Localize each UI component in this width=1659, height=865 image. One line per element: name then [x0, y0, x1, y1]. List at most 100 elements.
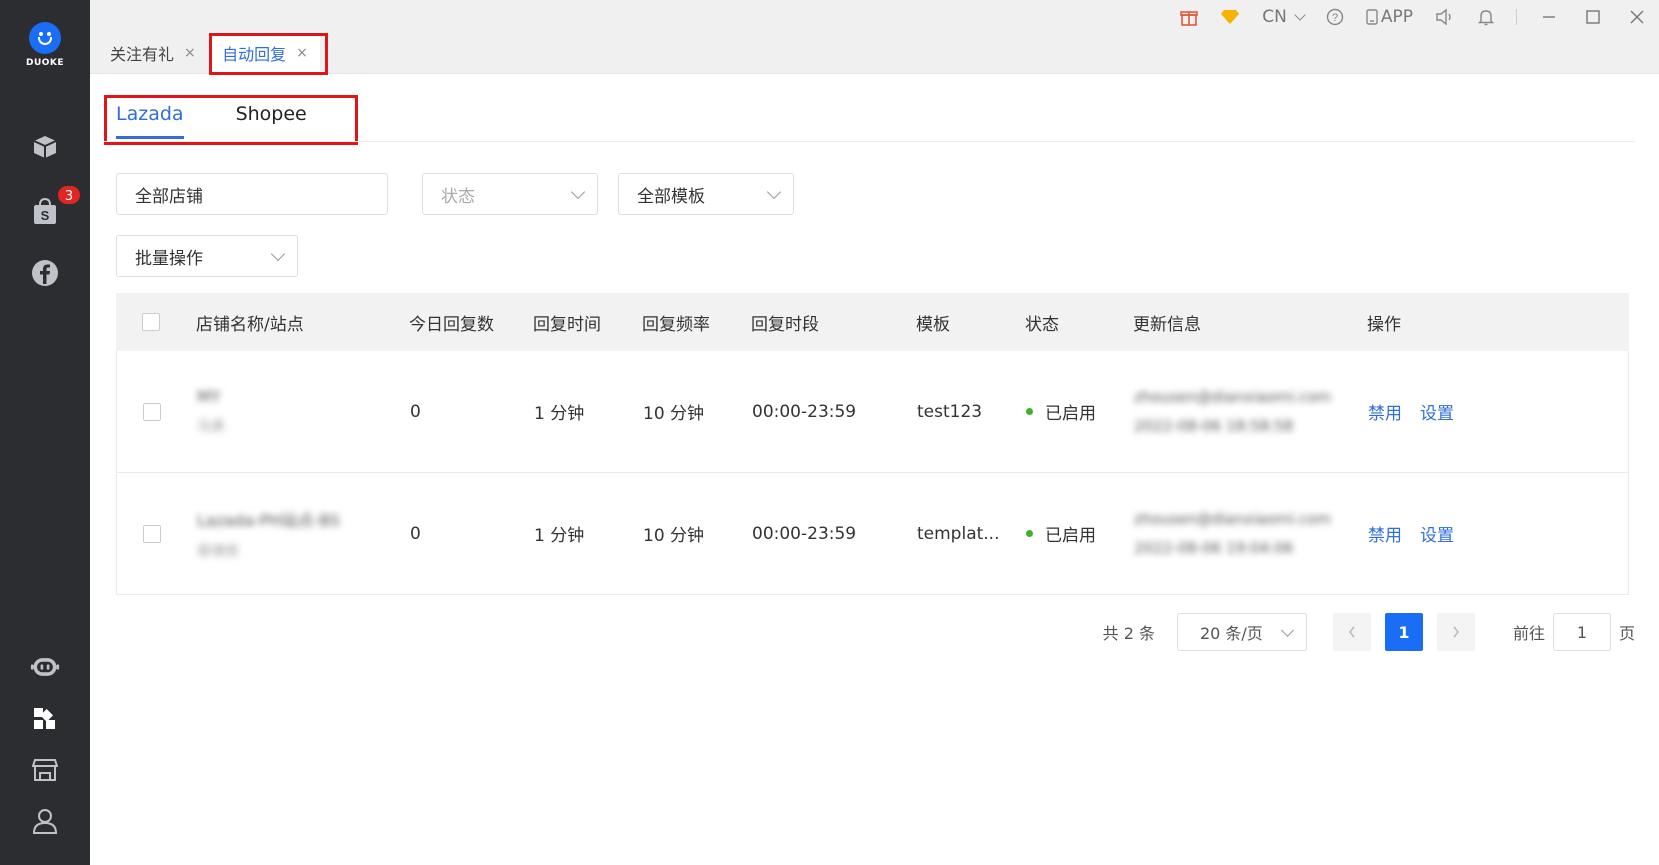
settings-link[interactable]: 设置: [1420, 521, 1454, 546]
batch-operation-select[interactable]: 批量操作: [116, 235, 298, 277]
template-select[interactable]: 全部模板: [618, 173, 794, 215]
tab-label: 关注有礼: [110, 45, 175, 64]
shop-cell: Lazada-PH站点-BS 菲律宾: [197, 507, 410, 561]
template-select-value: 全部模板: [637, 186, 705, 207]
reply-period: 00:00-23:59: [752, 401, 857, 422]
column-header-reply-time: 回复时间: [533, 314, 601, 335]
status-text: 已启用: [1045, 526, 1096, 546]
table-row: Lazada-PH站点-BS 菲律宾 0 1 分钟 10 分钟 00:00-23…: [116, 473, 1629, 595]
help-icon[interactable]: ?: [1315, 0, 1355, 34]
row-checkbox-cell: [117, 402, 197, 421]
logo-text: DUOKE: [25, 58, 65, 68]
chevron-left-icon: [1348, 626, 1355, 638]
table-header: 店铺名称/站点 今日回复数 回复时间 回复频率 回复时段 模板 状态 更新信息 …: [116, 293, 1629, 351]
chevron-down-icon: [270, 246, 286, 262]
logo[interactable]: DUOKE: [22, 22, 68, 72]
status-select-placeholder: 状态: [441, 186, 475, 207]
chevron-down-icon: [1294, 9, 1306, 21]
top-bar: 关注有礼 × 自动回复 × CN ? APP: [90, 0, 1659, 75]
sidebar: DUOKE S 3: [0, 0, 90, 865]
shop-cell: MY 马来: [197, 387, 410, 436]
chevron-right-icon: [1453, 626, 1459, 638]
current-page-button[interactable]: 1: [1384, 613, 1423, 651]
status-dot-icon: [1026, 530, 1033, 537]
tab-divider: [104, 141, 1635, 142]
status-text: 已启用: [1045, 404, 1096, 424]
main-content: Lazada Shopee 全部店铺 状态 全部模板 批量操作 店铺名称/站点 …: [90, 75, 1659, 865]
column-header-frequency: 回复频率: [642, 314, 710, 335]
page-size-select[interactable]: 20 条/页: [1176, 613, 1307, 651]
status-cell: 已启用: [1026, 521, 1134, 546]
pagination: 共 2 条 20 条/页 1 前往 1 页: [1103, 613, 1635, 651]
shopping-bag-icon[interactable]: S: [30, 196, 60, 226]
shop-select[interactable]: 全部店铺: [116, 173, 388, 215]
shop-site: 菲律宾: [197, 543, 239, 560]
page-size-value: 20 条/页: [1199, 624, 1263, 643]
today-count: 0: [410, 523, 421, 544]
disable-link[interactable]: 禁用: [1368, 399, 1402, 424]
gift-icon[interactable]: [1169, 0, 1209, 34]
today-count: 0: [410, 401, 421, 422]
apps-icon[interactable]: [30, 704, 60, 734]
reply-time: 1 分钟: [534, 404, 585, 424]
robot-icon[interactable]: [30, 652, 60, 682]
app-label: APP: [1380, 7, 1413, 27]
goto-page-input[interactable]: 1: [1552, 613, 1611, 651]
actions-cell: 禁用 设置: [1368, 521, 1518, 546]
facebook-icon[interactable]: [30, 258, 60, 288]
chevron-down-icon: [1281, 624, 1294, 637]
svg-text:S: S: [41, 208, 50, 223]
select-all-checkbox[interactable]: [142, 313, 160, 331]
status-cell: 已启用: [1026, 399, 1134, 424]
status-dot-icon: [1026, 408, 1033, 415]
shop-select-value: 全部店铺: [135, 186, 203, 207]
prev-page-button[interactable]: [1332, 613, 1371, 651]
update-info: zhousen@dianxiaomi.com 2022-08-06 18:58:…: [1134, 383, 1368, 441]
app-download-button[interactable]: APP: [1355, 0, 1424, 34]
status-select[interactable]: 状态: [422, 173, 598, 215]
page-unit-label: 页: [1618, 624, 1635, 643]
next-page-button[interactable]: [1436, 613, 1475, 651]
toolbar-divider: [1516, 9, 1517, 25]
maximize-icon[interactable]: [1571, 0, 1615, 34]
column-header-template: 模板: [916, 314, 950, 335]
store-icon[interactable]: [30, 755, 60, 785]
reply-period: 00:00-23:59: [752, 523, 857, 544]
phone-icon: [1366, 9, 1378, 25]
shop-name: Lazada-PH站点-BS: [197, 510, 340, 530]
column-header-actions: 操作: [1367, 314, 1401, 335]
window-toolbar: CN ? APP: [1169, 0, 1659, 34]
close-window-icon[interactable]: [1615, 0, 1659, 34]
update-user: zhousen@dianxiaomi.com: [1134, 509, 1331, 528]
user-icon[interactable]: [30, 806, 60, 836]
template-name: test123: [917, 401, 983, 422]
tab-follow-gift[interactable]: 关注有礼 ×: [110, 32, 196, 74]
select-all-cell: [116, 313, 196, 331]
auto-reply-table: 店铺名称/站点 今日回复数 回复时间 回复频率 回复时段 模板 状态 更新信息 …: [116, 293, 1629, 595]
column-header-today: 今日回复数: [409, 314, 494, 335]
close-icon[interactable]: ×: [184, 45, 196, 61]
highlight-box: [104, 95, 358, 145]
row-checkbox[interactable]: [143, 524, 161, 543]
chevron-down-icon: [766, 184, 782, 200]
update-time: 2022-08-06 19:04:06: [1134, 538, 1294, 557]
column-header-shop: 店铺名称/站点: [196, 314, 304, 335]
goto-label: 前往: [1512, 624, 1545, 643]
row-checkbox[interactable]: [143, 402, 161, 421]
language-label: CN: [1262, 7, 1287, 27]
diamond-icon[interactable]: [1209, 0, 1251, 34]
language-select[interactable]: CN: [1251, 0, 1315, 34]
column-header-update: 更新信息: [1133, 314, 1201, 335]
settings-link[interactable]: 设置: [1420, 399, 1454, 424]
box-icon[interactable]: [30, 132, 60, 162]
reply-time: 1 分钟: [534, 526, 585, 546]
notification-badge: 3: [56, 184, 82, 206]
minimize-icon[interactable]: [1527, 0, 1571, 34]
speaker-icon[interactable]: [1424, 0, 1466, 34]
column-header-period: 回复时段: [751, 314, 819, 335]
highlight-box: [209, 33, 328, 75]
disable-link[interactable]: 禁用: [1368, 521, 1402, 546]
shop-name: MY: [197, 387, 221, 406]
bell-icon[interactable]: [1466, 0, 1506, 34]
update-user: zhousen@dianxiaomi.com: [1134, 387, 1331, 406]
